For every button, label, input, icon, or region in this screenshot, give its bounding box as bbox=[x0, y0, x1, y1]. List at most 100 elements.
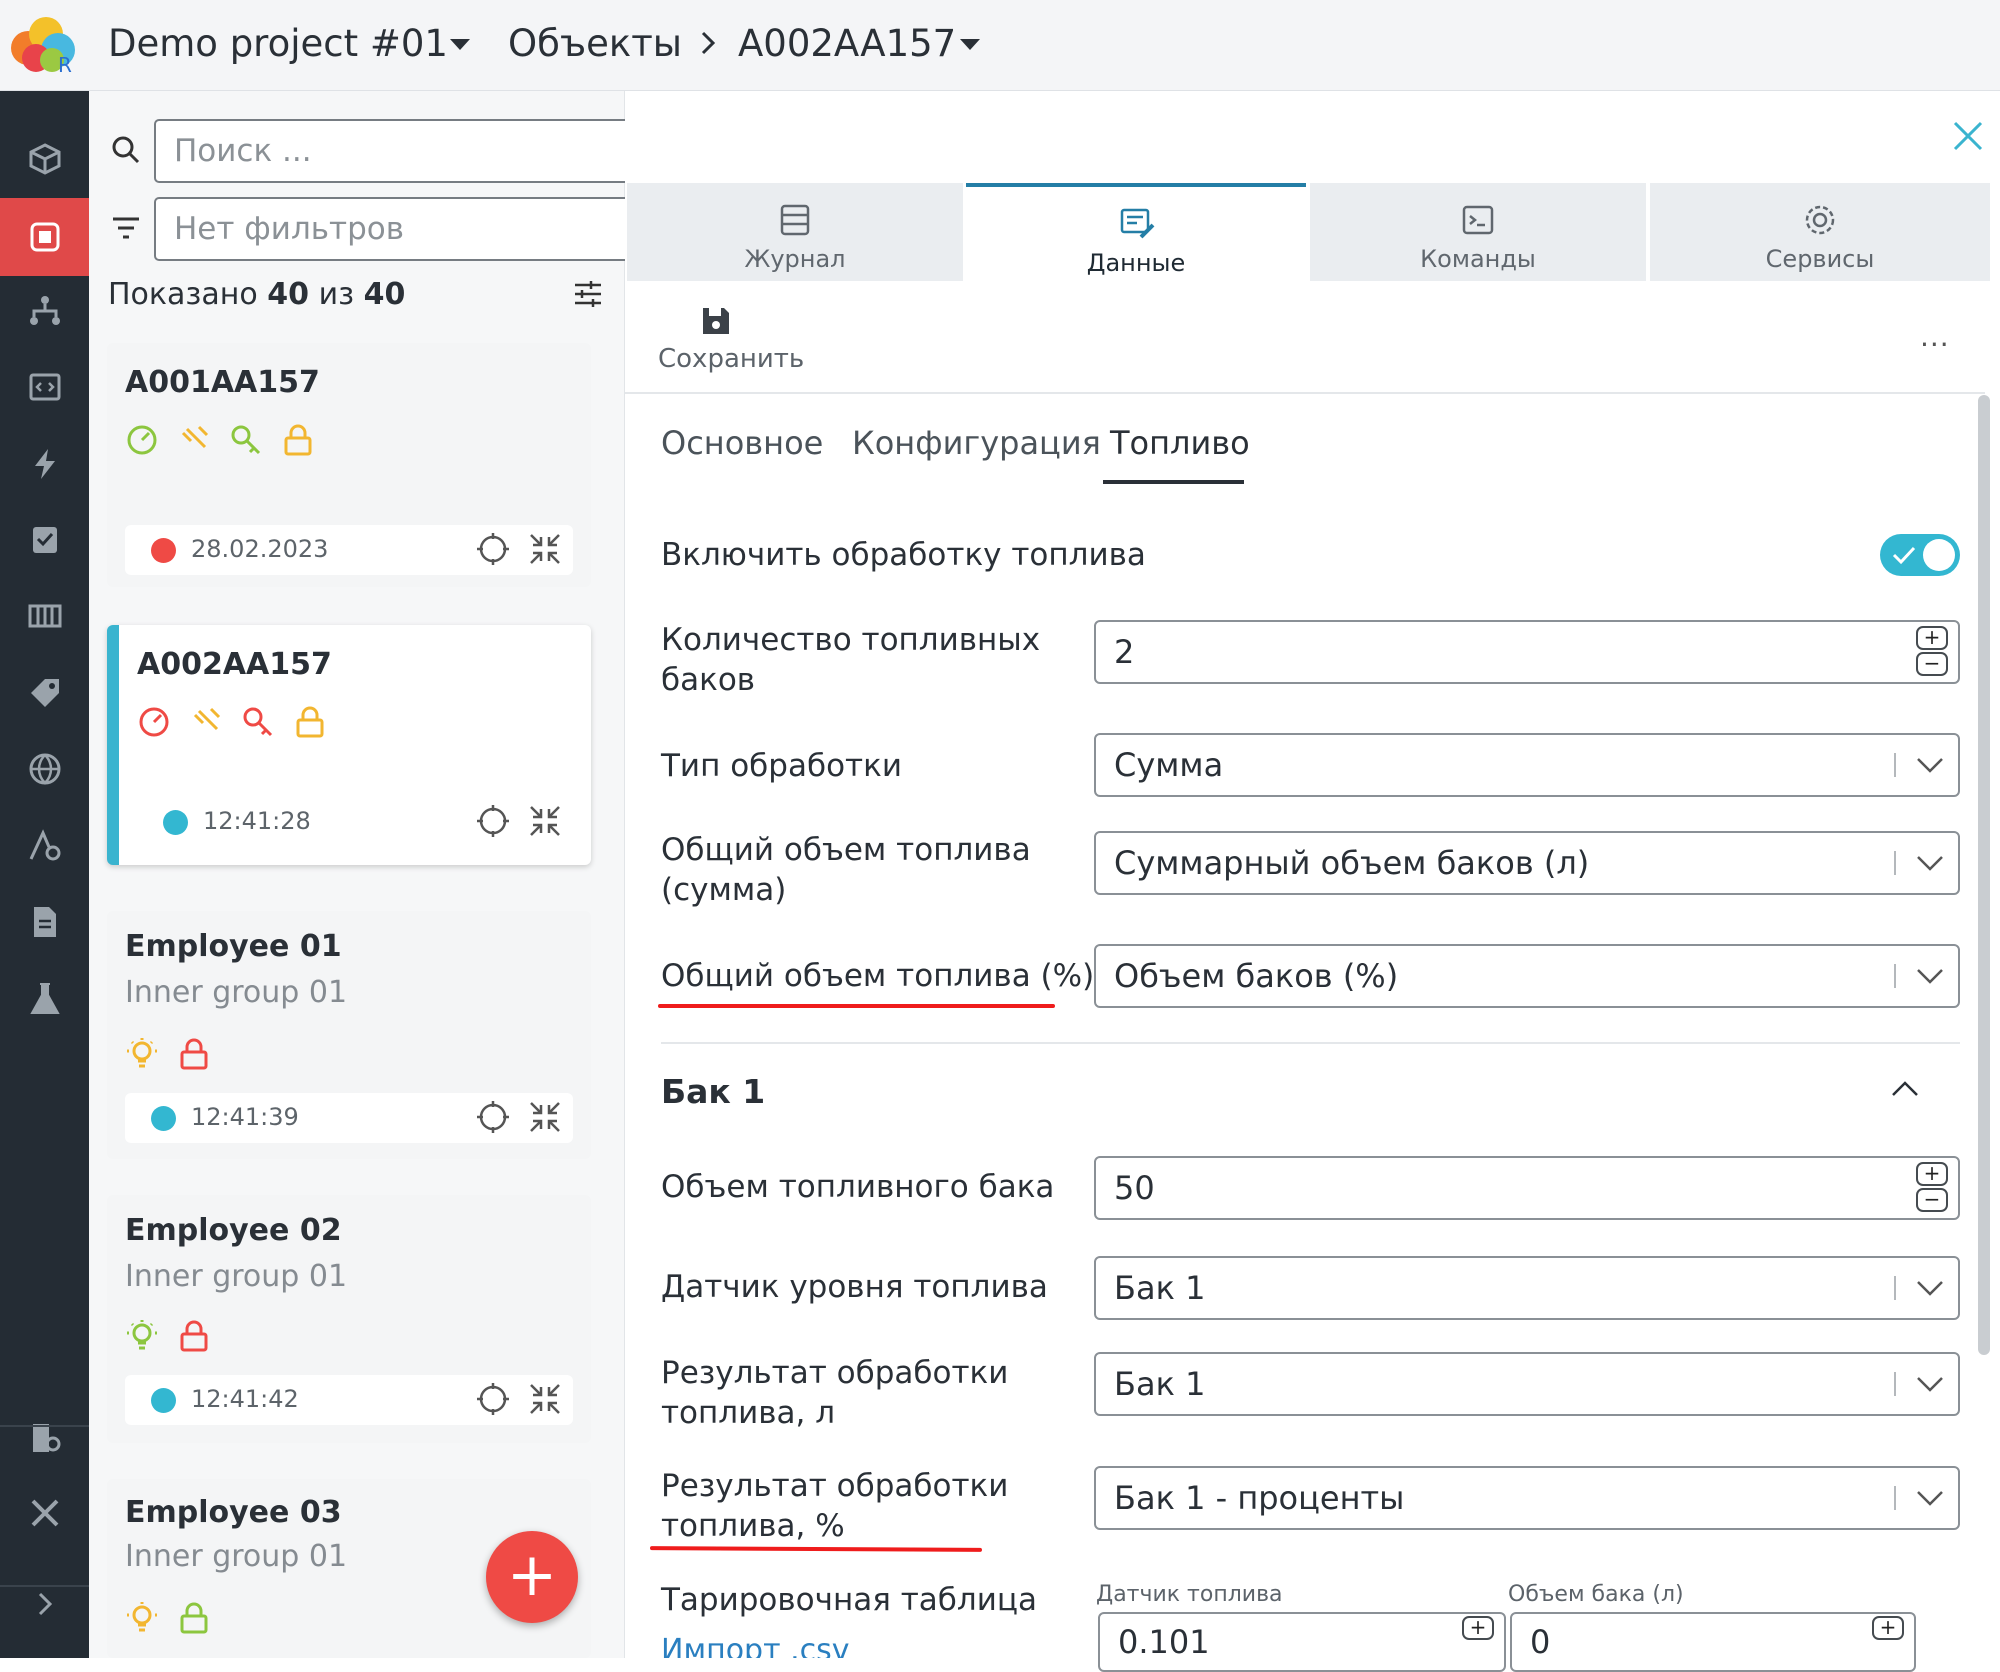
lock-icon bbox=[177, 1319, 211, 1353]
card-time: 12:41:28 bbox=[203, 807, 311, 835]
project-dropdown-icon[interactable] bbox=[450, 39, 470, 50]
search-input[interactable]: Поиск ... bbox=[154, 119, 695, 183]
gear-icon bbox=[1803, 203, 1837, 237]
tab-services[interactable]: Сервисы bbox=[1650, 183, 1990, 281]
project-name[interactable]: Demo project #01 bbox=[108, 22, 448, 65]
lock-icon bbox=[281, 423, 315, 457]
filter-field[interactable]: Нет фильтров bbox=[154, 197, 695, 261]
status-dot bbox=[151, 1388, 176, 1413]
tab-journal[interactable]: Журнал bbox=[627, 183, 963, 281]
chevron-down-icon bbox=[1916, 1489, 1944, 1507]
subtab-fuel[interactable]: Топливо bbox=[1110, 424, 1250, 462]
save-button[interactable]: Сохранить bbox=[658, 344, 804, 374]
object-dropdown-icon[interactable] bbox=[960, 39, 980, 50]
code-window-icon[interactable] bbox=[0, 351, 89, 423]
globe-icon[interactable] bbox=[0, 733, 89, 805]
lock-icon bbox=[177, 1601, 211, 1635]
satellite-icon bbox=[177, 423, 211, 457]
chevron-up-icon[interactable] bbox=[1890, 1078, 1920, 1098]
app-logo-icon[interactable]: R bbox=[6, 14, 82, 76]
card-group: Inner group 01 bbox=[125, 1539, 348, 1574]
cube-icon[interactable] bbox=[0, 123, 89, 195]
locate-icon[interactable] bbox=[475, 531, 511, 567]
card-status-icons bbox=[137, 705, 327, 739]
columns-icon[interactable] bbox=[0, 580, 89, 652]
list-settings-icon[interactable] bbox=[573, 279, 603, 309]
locate-icon[interactable] bbox=[475, 1381, 511, 1417]
collapse-icon[interactable] bbox=[527, 1381, 563, 1417]
close-icon[interactable] bbox=[1952, 120, 1984, 152]
processing-type-select[interactable]: Сумма bbox=[1094, 733, 1960, 797]
calibration-col-sensor: Датчик топлива bbox=[1096, 1582, 1283, 1607]
collapse-icon[interactable] bbox=[527, 1099, 563, 1135]
object-card-selected[interactable]: A002AA157 12:41:28 bbox=[107, 625, 591, 865]
decrement-button[interactable]: − bbox=[1916, 1188, 1948, 1212]
tab-commands[interactable]: Команды bbox=[1310, 183, 1646, 281]
result-liters-select[interactable]: Бак 1 bbox=[1094, 1352, 1960, 1416]
lightbulb-icon bbox=[125, 1319, 159, 1353]
flask-icon[interactable] bbox=[0, 963, 89, 1035]
filter-icon[interactable] bbox=[111, 215, 141, 241]
lightning-icon[interactable] bbox=[0, 428, 89, 500]
card-title: Employee 03 bbox=[125, 1495, 342, 1530]
enable-fuel-toggle[interactable] bbox=[1880, 534, 1960, 576]
lock-icon bbox=[293, 705, 327, 739]
locate-icon[interactable] bbox=[475, 803, 511, 839]
objects-icon[interactable] bbox=[0, 198, 89, 276]
object-card[interactable]: Employee 01 Inner group 01 12:41:39 bbox=[107, 911, 591, 1159]
collapse-icon[interactable] bbox=[527, 803, 563, 839]
increment-button[interactable]: + bbox=[1462, 1616, 1494, 1640]
tab-data[interactable]: Данные bbox=[966, 183, 1306, 281]
total-fuel-percent-select[interactable]: Объем баков (%) bbox=[1094, 944, 1960, 1008]
total-fuel-sum-label: Общий объем топлива (сумма) bbox=[661, 832, 1031, 908]
rail-divider bbox=[0, 1425, 89, 1427]
tanks-count-input[interactable]: 2 + − bbox=[1094, 620, 1960, 684]
breadcrumb-object[interactable]: A002AA157 bbox=[738, 22, 956, 65]
increment-button[interactable]: + bbox=[1916, 1162, 1948, 1186]
expand-chevron-icon[interactable] bbox=[0, 1568, 89, 1640]
chevron-down-icon bbox=[1916, 967, 1944, 985]
document-icon[interactable] bbox=[0, 886, 89, 958]
save-icon[interactable] bbox=[700, 305, 732, 337]
object-card[interactable]: A001AA157 28.02.2023 bbox=[107, 343, 591, 587]
card-status-icons bbox=[125, 1601, 211, 1635]
breadcrumb-separator-icon bbox=[700, 30, 716, 56]
admin-icon[interactable] bbox=[0, 1402, 89, 1474]
locate-icon[interactable] bbox=[475, 1099, 511, 1135]
status-dot bbox=[151, 538, 176, 563]
import-csv-link[interactable]: Импорт .csv bbox=[661, 1636, 850, 1658]
tank-volume-label: Объем топливного бака bbox=[661, 1169, 1055, 1205]
more-options-button[interactable]: ... bbox=[1920, 320, 1950, 353]
increment-button[interactable]: + bbox=[1872, 1616, 1904, 1640]
result-liters-label: Результат обработки топлива, л bbox=[661, 1355, 1009, 1431]
subtab-main[interactable]: Основное bbox=[661, 424, 823, 462]
tag-icon[interactable] bbox=[0, 657, 89, 729]
level-sensor-label: Датчик уровня топлива bbox=[661, 1269, 1048, 1305]
card-status-icons bbox=[125, 1319, 211, 1353]
tank-volume-input[interactable]: 50 + − bbox=[1094, 1156, 1960, 1220]
calibration-sensor-input[interactable]: 0.101 + bbox=[1098, 1612, 1506, 1672]
search-icon bbox=[111, 135, 141, 165]
result-percent-label: Результат обработки топлива, % bbox=[661, 1468, 1009, 1544]
decrement-button[interactable]: − bbox=[1916, 652, 1948, 676]
add-object-button[interactable]: + bbox=[486, 1531, 578, 1623]
detail-scrollbar[interactable] bbox=[1978, 395, 1990, 1355]
object-card[interactable]: Employee 02 Inner group 01 12:41:42 bbox=[107, 1195, 591, 1443]
total-fuel-percent-label: Общий объем топлива (%) bbox=[661, 958, 1095, 994]
navigation-rail bbox=[0, 91, 89, 1658]
section-divider bbox=[661, 1042, 1960, 1044]
breadcrumb-objects[interactable]: Объекты bbox=[508, 22, 682, 65]
result-percent-select[interactable]: Бак 1 - проценты bbox=[1094, 1466, 1960, 1530]
shown-count: Показано 40 из 40 bbox=[108, 277, 406, 312]
hierarchy-icon[interactable] bbox=[0, 275, 89, 347]
subtab-configuration[interactable]: Конфигурация bbox=[852, 424, 1101, 462]
total-fuel-sum-select[interactable]: Суммарный объем баков (л) bbox=[1094, 831, 1960, 895]
geo-settings-icon[interactable] bbox=[0, 809, 89, 881]
collapse-icon[interactable] bbox=[527, 531, 563, 567]
card-status-bar: 12:41:28 bbox=[137, 797, 573, 847]
increment-button[interactable]: + bbox=[1916, 626, 1948, 650]
calibration-volume-input[interactable]: 0 + bbox=[1510, 1612, 1916, 1672]
clipboard-check-icon[interactable] bbox=[0, 503, 89, 575]
level-sensor-select[interactable]: Бак 1 bbox=[1094, 1256, 1960, 1320]
tools-icon[interactable] bbox=[0, 1477, 89, 1549]
